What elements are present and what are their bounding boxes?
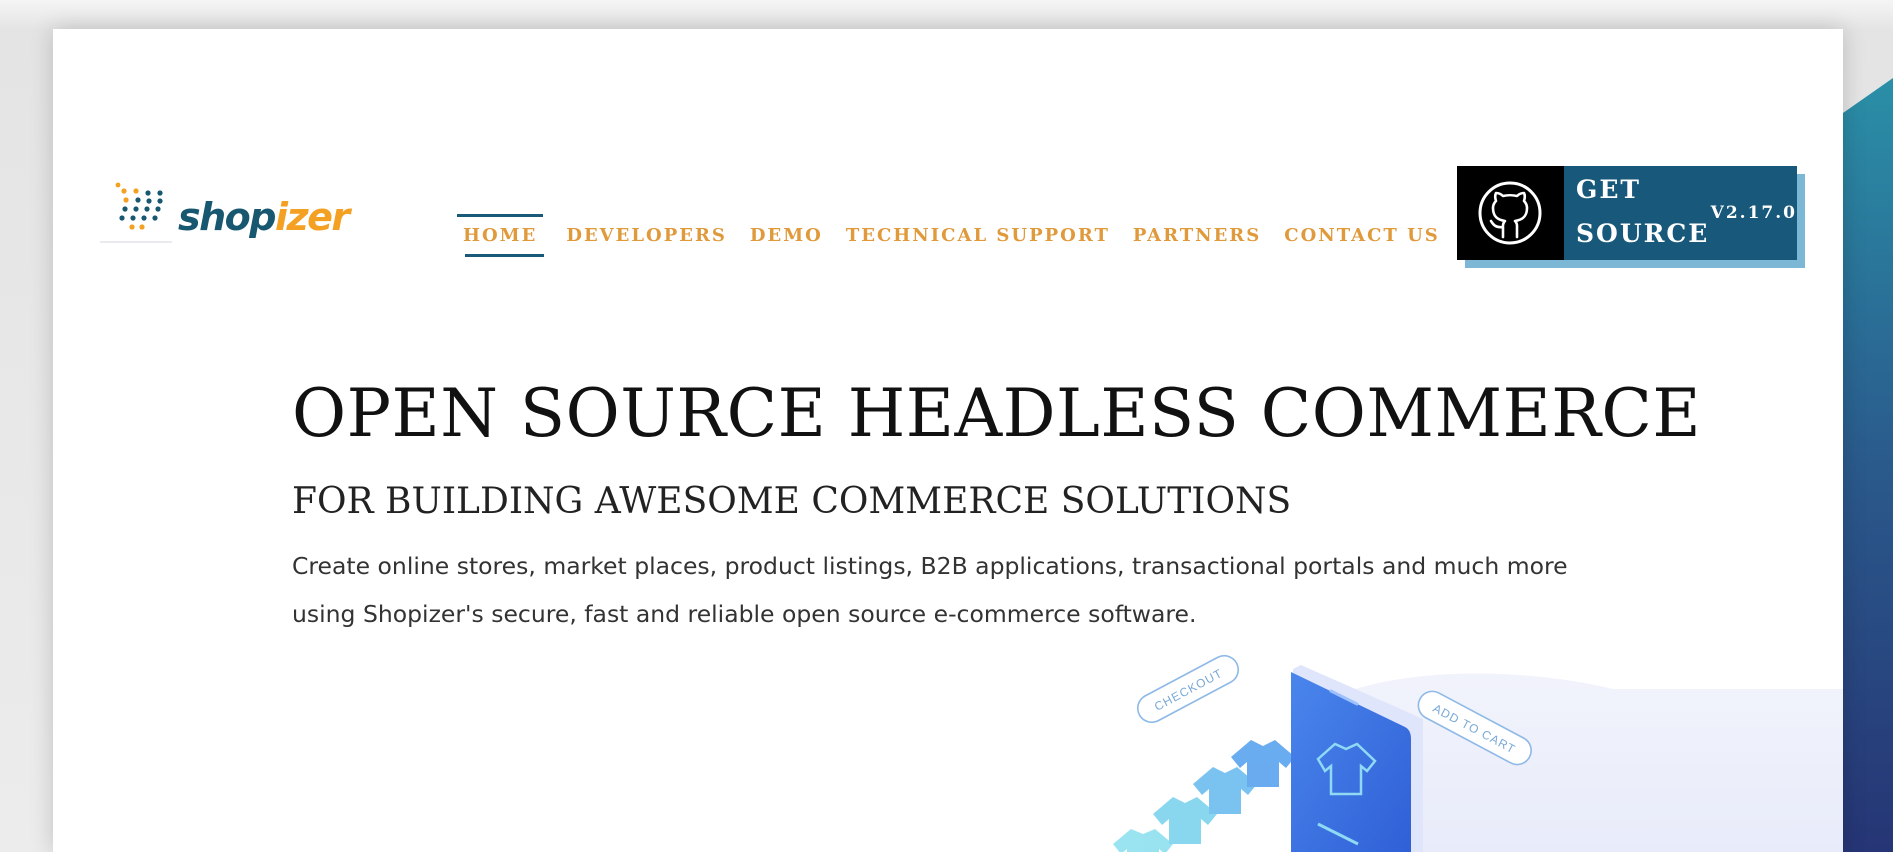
- hero-subtitle: FOR BUILDING AWESOME COMMERCE SOLUTIONS: [292, 481, 1292, 522]
- nav-item-technical-support[interactable]: TECHNICAL SUPPORT: [846, 225, 1110, 247]
- ecommerce-phone-illustration: CHECKOUT ADD TO CART: [1113, 654, 1843, 852]
- nav-item-developers[interactable]: DEVELOPERS: [566, 225, 727, 247]
- main-nav: HOME DEVELOPERS DEMO TECHNICAL SUPPORT P…: [457, 214, 1463, 257]
- page-content: shopizer HOME DEVELOPERS DEMO TECHNICAL …: [53, 29, 1843, 852]
- get-source-label: GET SOURCE: [1575, 175, 1710, 248]
- get-source-button-body: GET SOURCE V2.17.0: [1457, 166, 1797, 260]
- checkout-tag-icon: CHECKOUT: [1136, 654, 1240, 724]
- version-badge: V2.17.0: [1710, 203, 1797, 223]
- logo-divider: [100, 241, 172, 243]
- brand-wordmark-part1: shop: [178, 195, 276, 239]
- tshirt-icons: [1113, 740, 1295, 852]
- nav-item-contact-us[interactable]: CONTACT US: [1284, 225, 1440, 247]
- nav-item-demo[interactable]: DEMO: [750, 225, 823, 247]
- shopizer-logo[interactable]: shopizer: [100, 181, 350, 251]
- brand-wordmark: shopizer: [178, 195, 350, 239]
- get-source-button[interactable]: GET SOURCE V2.17.0: [1457, 166, 1805, 268]
- nav-item-home[interactable]: HOME: [457, 214, 545, 257]
- brand-wordmark-part2: izer: [274, 195, 350, 239]
- hero-title: OPEN SOURCE HEADLESS COMMERCE: [292, 375, 1702, 452]
- nav-item-partners[interactable]: PARTNERS: [1133, 225, 1261, 247]
- github-icon: [1457, 166, 1564, 260]
- browser-viewport: shopizer HOME DEVELOPERS DEMO TECHNICAL …: [0, 0, 1893, 852]
